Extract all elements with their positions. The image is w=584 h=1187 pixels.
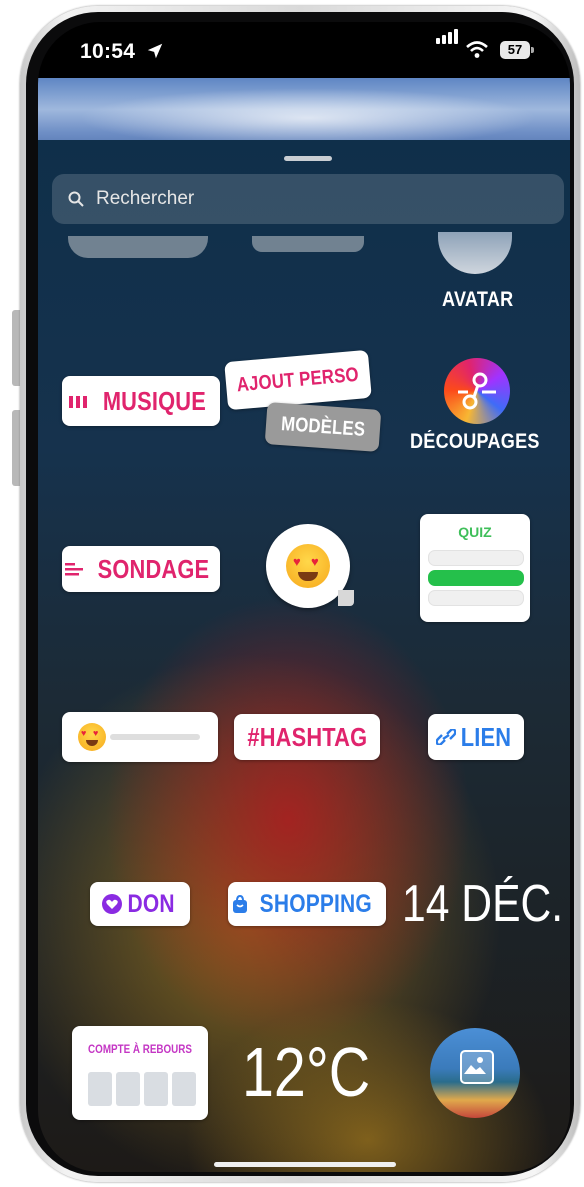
poll-sticker-label: SONDAGE	[97, 553, 209, 584]
poll-sticker[interactable]: SONDAGE	[62, 546, 220, 592]
music-sticker[interactable]: MUSIQUE	[62, 376, 220, 426]
volume-down-button[interactable]	[12, 410, 20, 486]
hashtag-sticker-label: #HASHTAG	[247, 721, 367, 752]
poll-lines-icon	[64, 563, 83, 576]
sticker-partial-2[interactable]	[252, 236, 364, 252]
battery-icon: 57	[500, 41, 534, 59]
emoji-slider-sticker[interactable]: ♥ ♥	[62, 712, 218, 762]
heart-eyes-emoji-icon: ♥ ♥	[286, 544, 330, 588]
search-placeholder: Rechercher	[96, 188, 195, 209]
search-icon	[68, 191, 84, 207]
sheet-drag-handle[interactable]	[284, 156, 332, 161]
heart-eyes-emoji-icon: ♥ ♥	[78, 723, 106, 751]
screen: 10:54 57 Rechercher AVATAR MUSIQUE AJOUT…	[38, 22, 570, 1172]
hashtag-sticker[interactable]: #HASHTAG	[234, 714, 380, 760]
countdown-sticker[interactable]: COMPTE À REBOURS	[72, 1026, 208, 1120]
date-sticker[interactable]: 14 DÉC.	[402, 874, 563, 934]
image-gallery-icon	[460, 1050, 494, 1084]
quiz-correct-option	[428, 570, 524, 586]
quiz-sticker[interactable]: QUIZ	[420, 514, 530, 622]
temperature-sticker[interactable]: 12°C	[242, 1032, 370, 1112]
avatar-sticker-label[interactable]: AVATAR	[442, 288, 513, 312]
link-icon	[435, 729, 456, 745]
cutouts-sticker-icon[interactable]	[444, 358, 510, 424]
music-sticker-label: MUSIQUE	[102, 385, 206, 416]
search-input[interactable]: Rechercher	[52, 174, 564, 224]
status-bar: 10:54 57	[38, 22, 570, 78]
donation-sticker-label: DON	[127, 889, 175, 918]
templates-sticker[interactable]: MODÈLES	[264, 402, 382, 452]
photo-sticker[interactable]	[430, 1028, 520, 1118]
emoji-slider-track	[110, 734, 200, 740]
volume-up-button[interactable]	[12, 310, 20, 386]
donation-sticker[interactable]: DON	[90, 882, 190, 926]
music-bars-icon	[68, 396, 87, 408]
emoji-reaction-sticker[interactable]: ♥ ♥	[266, 524, 354, 608]
heart-icon	[101, 894, 122, 914]
add-yours-sticker-label: AJOUT PERSO	[236, 363, 360, 396]
countdown-sticker-label: COMPTE À REBOURS	[88, 1042, 192, 1056]
shopping-bag-icon	[233, 894, 248, 913]
status-time: 10:54	[80, 40, 136, 63]
shopping-sticker-label: SHOPPING	[259, 889, 373, 918]
wifi-icon	[466, 41, 488, 58]
templates-sticker-label: MODÈLES	[280, 412, 366, 441]
home-indicator[interactable]	[214, 1162, 396, 1167]
sticker-partial-1[interactable]	[68, 236, 208, 258]
quiz-option	[428, 590, 524, 606]
link-sticker[interactable]: LIEN	[428, 714, 524, 760]
location-arrow-icon	[147, 43, 163, 59]
scissors-icon	[458, 372, 496, 410]
link-sticker-label: LIEN	[460, 721, 512, 752]
quiz-sticker-label: QUIZ	[458, 524, 492, 540]
quiz-option	[428, 550, 524, 566]
cutouts-sticker-label[interactable]: DÉCOUPAGES	[410, 430, 540, 454]
shopping-sticker[interactable]: SHOPPING	[228, 882, 386, 926]
